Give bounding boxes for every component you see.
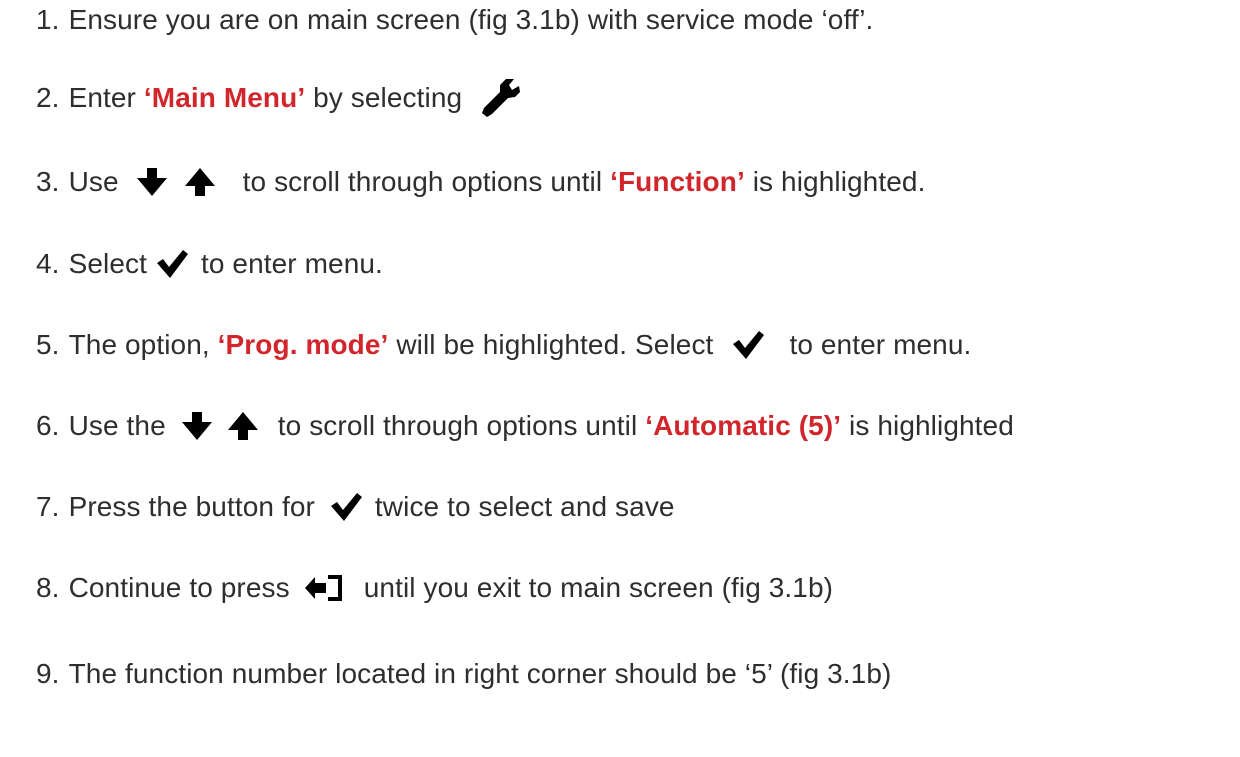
step-text: Select xyxy=(68,248,147,279)
step-5: 5. The option, ‘Prog. mode’ will be high… xyxy=(36,325,971,365)
step-text: The function number located in right cor… xyxy=(68,658,892,689)
arrow-up-icon xyxy=(183,167,217,197)
step-text: will be highlighted. Select xyxy=(396,329,714,360)
step-number: 1. xyxy=(36,4,60,35)
step-number: 5. xyxy=(36,329,60,360)
step-number: 2. xyxy=(36,82,60,113)
step-text: to scroll through options until xyxy=(242,166,603,197)
step-2: 2. Enter ‘Main Menu’ by selecting xyxy=(36,78,522,118)
step-1: 1. Ensure you are on main screen (fig 3.… xyxy=(36,0,873,40)
step-9: 9. The function number located in right … xyxy=(36,654,891,694)
step-number: 6. xyxy=(36,410,60,441)
step-text: Enter xyxy=(68,82,136,113)
step-text: is highlighted. xyxy=(752,166,926,197)
step-text: to enter menu. xyxy=(789,329,972,360)
step-text: is highlighted xyxy=(849,410,1014,441)
step-6: 6. Use the to scroll through options unt… xyxy=(36,406,1014,446)
step-text: to enter menu. xyxy=(200,248,383,279)
step-number: 3. xyxy=(36,166,60,197)
step-text: Press the button for xyxy=(68,491,315,522)
checkmark-icon xyxy=(731,329,765,361)
step-text: Ensure you are on main screen (fig 3.1b)… xyxy=(68,4,874,35)
step-number: 8. xyxy=(36,572,60,603)
arrow-up-icon xyxy=(226,411,260,441)
checkmark-icon xyxy=(155,248,189,280)
menu-name-prog-mode: ‘Prog. mode’ xyxy=(217,329,389,360)
step-4: 4. Select to enter menu. xyxy=(36,244,383,284)
step-text: The option, xyxy=(68,329,210,360)
step-number: 4. xyxy=(36,248,60,279)
step-text: Use xyxy=(68,166,119,197)
step-text: Continue to press xyxy=(68,572,290,603)
step-text: twice to select and save xyxy=(374,491,675,522)
exit-icon xyxy=(304,572,344,604)
step-7: 7. Press the button for twice to select … xyxy=(36,487,675,527)
step-8: 8. Continue to press until you exit to m… xyxy=(36,568,833,608)
instruction-list: 1. Ensure you are on main screen (fig 3.… xyxy=(0,0,1240,757)
wrench-icon xyxy=(478,77,522,119)
step-number: 7. xyxy=(36,491,60,522)
menu-name-automatic: ‘Automatic (5)’ xyxy=(645,410,842,441)
checkmark-icon xyxy=(329,491,363,523)
arrow-down-icon xyxy=(180,411,214,441)
menu-name-function: ‘Function’ xyxy=(610,166,745,197)
step-text: by selecting xyxy=(313,82,463,113)
menu-name-main-menu: ‘Main Menu’ xyxy=(143,82,306,113)
arrow-down-icon xyxy=(135,167,169,197)
step-text: until you exit to main screen (fig 3.1b) xyxy=(363,572,834,603)
step-text: Use the xyxy=(68,410,166,441)
step-3: 3. Use to scroll through options until ‘… xyxy=(36,162,925,202)
step-number: 9. xyxy=(36,658,60,689)
step-text: to scroll through options until xyxy=(277,410,638,441)
